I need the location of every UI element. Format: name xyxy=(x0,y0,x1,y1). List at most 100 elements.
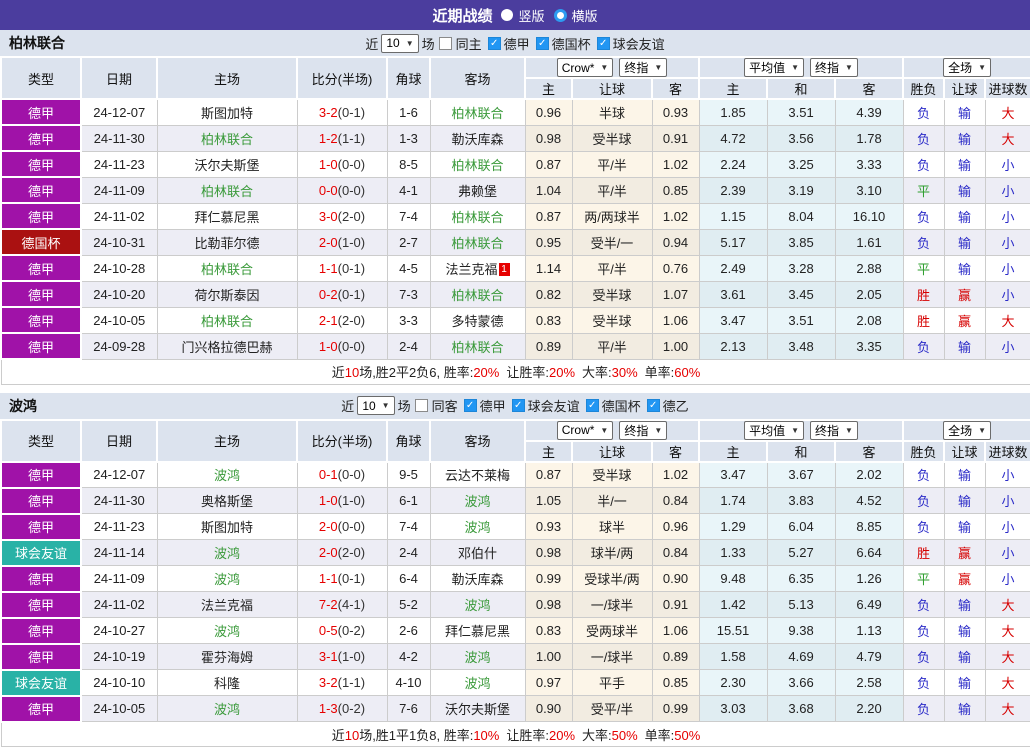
odds-final-select[interactable]: 终指▼ xyxy=(619,58,667,77)
away-team[interactable]: 柏林联合 xyxy=(430,99,525,125)
home-team[interactable]: 荷尔斯泰因 xyxy=(157,281,297,307)
result-goals: 小 xyxy=(985,151,1030,177)
match-row: 德甲24-11-09柏林联合0-0(0-0)4-1弗赖堡1.04平/半0.852… xyxy=(1,177,1030,203)
layout-radio-vertical[interactable]: 竖版 xyxy=(501,6,544,25)
league-checkbox[interactable]: ✓ xyxy=(586,399,599,412)
avg-draw: 5.13 xyxy=(767,592,835,618)
league-checkbox[interactable]: ✓ xyxy=(512,399,525,412)
home-team[interactable]: 霍芬海姆 xyxy=(157,644,297,670)
away-team[interactable]: 多特蒙德 xyxy=(430,307,525,333)
odds-handicap: 平手 xyxy=(572,670,652,696)
league-checkbox[interactable]: ✓ xyxy=(464,399,477,412)
same-venue-checkbox[interactable] xyxy=(415,399,428,412)
avg-final-select[interactable]: 终指▼ xyxy=(810,58,858,77)
avg-select[interactable]: 平均值▼ xyxy=(744,58,804,77)
avg-select[interactable]: 平均值▼ xyxy=(744,421,804,440)
avg-home: 1.74 xyxy=(699,488,767,514)
home-team[interactable]: 斯图加特 xyxy=(157,514,297,540)
home-team[interactable]: 波鸿 xyxy=(157,696,297,722)
full-match-select[interactable]: 全场▼ xyxy=(943,58,991,77)
avg-draw: 6.04 xyxy=(767,514,835,540)
score-halftime: 2-0(2-0) xyxy=(297,540,387,566)
away-team[interactable]: 柏林联合 xyxy=(430,281,525,307)
home-team[interactable]: 奥格斯堡 xyxy=(157,488,297,514)
league-checkbox[interactable]: ✓ xyxy=(647,399,660,412)
home-team[interactable]: 门兴格拉德巴赫 xyxy=(157,333,297,359)
home-team[interactable]: 波鸿 xyxy=(157,462,297,488)
avg-draw: 3.51 xyxy=(767,99,835,125)
odds-handicap: 平/半 xyxy=(572,177,652,203)
home-team[interactable]: 科隆 xyxy=(157,670,297,696)
match-date: 24-11-14 xyxy=(81,540,157,566)
odds-handicap: 受半球 xyxy=(572,281,652,307)
odds-source-select[interactable]: Crow*▼ xyxy=(557,421,614,440)
result-goals: 大 xyxy=(985,696,1030,722)
away-team[interactable]: 邓伯什 xyxy=(430,540,525,566)
league-checkbox[interactable]: ✓ xyxy=(536,37,549,50)
avg-home: 1.85 xyxy=(699,99,767,125)
away-team[interactable]: 柏林联合 xyxy=(430,333,525,359)
away-team[interactable]: 柏林联合 xyxy=(430,151,525,177)
away-team[interactable]: 法兰克福1 xyxy=(430,255,525,281)
odds-final-select[interactable]: 终指▼ xyxy=(619,421,667,440)
away-team[interactable]: 拜仁慕尼黑 xyxy=(430,618,525,644)
away-team[interactable]: 弗赖堡 xyxy=(430,177,525,203)
league-checkbox[interactable]: ✓ xyxy=(597,37,610,50)
match-date: 24-11-02 xyxy=(81,592,157,618)
match-row: 德甲24-10-05柏林联合2-1(2-0)3-3多特蒙德0.83受半球1.06… xyxy=(1,307,1030,333)
home-team[interactable]: 柏林联合 xyxy=(157,255,297,281)
home-team[interactable]: 柏林联合 xyxy=(157,177,297,203)
chevron-down-icon: ▼ xyxy=(978,426,986,435)
away-team[interactable]: 勒沃库森 xyxy=(430,125,525,151)
away-team[interactable]: 沃尔夫斯堡 xyxy=(430,696,525,722)
home-team[interactable]: 沃尔夫斯堡 xyxy=(157,151,297,177)
col-result-handicap: 让球 xyxy=(944,78,985,99)
avg-final-select[interactable]: 终指▼ xyxy=(810,421,858,440)
col-date: 日期 xyxy=(81,420,157,462)
away-team[interactable]: 勒沃库森 xyxy=(430,566,525,592)
odds-away: 1.06 xyxy=(652,307,699,333)
home-team[interactable]: 比勒菲尔德 xyxy=(157,229,297,255)
layout-radio-horizontal[interactable]: 横版 xyxy=(554,6,598,25)
corner-score: 5-2 xyxy=(387,592,430,618)
chevron-down-icon: ▼ xyxy=(382,401,390,410)
section-divider xyxy=(0,385,1030,393)
home-team[interactable]: 拜仁慕尼黑 xyxy=(157,203,297,229)
home-team[interactable]: 波鸿 xyxy=(157,540,297,566)
result-handicap: 输 xyxy=(944,488,985,514)
away-team[interactable]: 波鸿 xyxy=(430,592,525,618)
match-count-select[interactable]: 10▼ xyxy=(381,34,418,53)
match-count-select[interactable]: 10▼ xyxy=(357,396,394,415)
home-team[interactable]: 波鸿 xyxy=(157,566,297,592)
odds-source-select[interactable]: Crow*▼ xyxy=(557,58,614,77)
away-team[interactable]: 波鸿 xyxy=(430,670,525,696)
home-team[interactable]: 波鸿 xyxy=(157,618,297,644)
result-winlose: 负 xyxy=(903,696,944,722)
avg-away: 6.49 xyxy=(835,592,903,618)
match-date: 24-10-10 xyxy=(81,670,157,696)
chevron-down-icon: ▼ xyxy=(791,63,799,72)
match-row: 德甲24-11-30奥格斯堡1-0(1-0)6-1波鸿1.05半/一0.841.… xyxy=(1,488,1030,514)
away-team[interactable]: 云达不莱梅 xyxy=(430,462,525,488)
league-checkbox[interactable]: ✓ xyxy=(488,37,501,50)
result-winlose: 负 xyxy=(903,125,944,151)
col-corner: 角球 xyxy=(387,57,430,99)
home-team[interactable]: 斯图加特 xyxy=(157,99,297,125)
home-team[interactable]: 法兰克福 xyxy=(157,592,297,618)
radio-selected-icon[interactable] xyxy=(501,9,513,21)
match-row: 德甲24-11-09波鸿1-1(0-1)6-4勒沃库森0.99受球半/两0.90… xyxy=(1,566,1030,592)
match-date: 24-10-20 xyxy=(81,281,157,307)
away-team[interactable]: 波鸿 xyxy=(430,488,525,514)
match-type: 德甲 xyxy=(1,255,81,281)
radio-unselected-icon[interactable] xyxy=(554,9,567,22)
away-team[interactable]: 柏林联合 xyxy=(430,203,525,229)
full-match-select[interactable]: 全场▼ xyxy=(943,421,991,440)
away-team[interactable]: 柏林联合 xyxy=(430,229,525,255)
home-team[interactable]: 柏林联合 xyxy=(157,125,297,151)
same-venue-checkbox[interactable] xyxy=(439,37,452,50)
home-team[interactable]: 柏林联合 xyxy=(157,307,297,333)
avg-away: 3.33 xyxy=(835,151,903,177)
result-handicap: 输 xyxy=(944,151,985,177)
away-team[interactable]: 波鸿 xyxy=(430,514,525,540)
away-team[interactable]: 波鸿 xyxy=(430,644,525,670)
